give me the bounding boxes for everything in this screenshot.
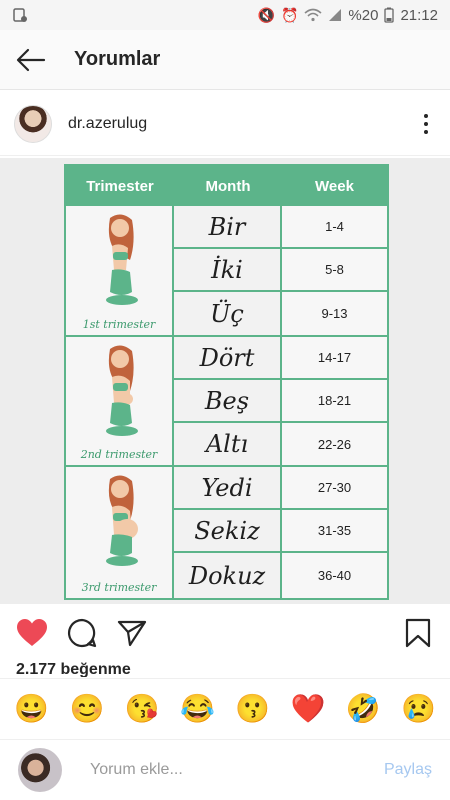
month-cell: Üç bbox=[174, 292, 282, 335]
month-cell: Dört bbox=[174, 337, 282, 378]
table-row: İki 5-8 bbox=[174, 249, 387, 292]
emoji-tears-of-joy[interactable]: 😂 bbox=[180, 694, 215, 723]
emoji-kiss[interactable]: 😘 bbox=[125, 694, 160, 723]
comment-input[interactable]: Yorum ekle... bbox=[90, 761, 384, 779]
emoji-rofl[interactable]: 🤣 bbox=[346, 694, 381, 723]
share-button[interactable] bbox=[114, 615, 150, 651]
week-cell: 5-8 bbox=[282, 249, 387, 290]
clock-text: 21:12 bbox=[400, 6, 438, 24]
more-dot-icon bbox=[424, 113, 428, 118]
week-cell: 27-30 bbox=[282, 467, 387, 508]
header-week: Week bbox=[315, 177, 354, 195]
month-cell: Dokuz bbox=[174, 553, 282, 598]
emoji-quick-bar: 😀 😊 😘 😂 😗 ❤️ 🤣 😢 bbox=[0, 678, 450, 738]
author-username[interactable]: dr.azerulug bbox=[68, 115, 416, 133]
emoji-grinning[interactable]: 😀 bbox=[14, 694, 49, 723]
header-trimester: Trimester bbox=[86, 177, 154, 195]
trimester-block-1: 1st trimester bbox=[66, 206, 174, 337]
table-row: Altı 22-26 bbox=[174, 423, 387, 467]
paper-plane-icon bbox=[117, 620, 147, 647]
emoji-kissing[interactable]: 😗 bbox=[235, 694, 270, 723]
pregnant-woman-illustration bbox=[106, 214, 138, 305]
comment-bubble-icon bbox=[67, 618, 97, 648]
battery-text: %20 bbox=[348, 6, 379, 24]
trimester-label: 1st trimester bbox=[82, 318, 156, 331]
more-options-button[interactable] bbox=[416, 113, 436, 134]
status-bar: 🔇 ⏰ %20 21:12 bbox=[0, 0, 450, 30]
table-row: Dört 14-17 bbox=[174, 337, 387, 380]
post-actions bbox=[0, 604, 450, 662]
alarm-icon: ⏰ bbox=[280, 6, 299, 23]
signal-icon bbox=[329, 9, 342, 21]
like-button[interactable] bbox=[14, 615, 50, 651]
week-cell: 22-26 bbox=[282, 423, 387, 465]
table-row: Üç 9-13 bbox=[174, 292, 387, 337]
pregnant-woman-illustration bbox=[106, 475, 138, 566]
table-row: Dokuz 36-40 bbox=[174, 553, 387, 598]
more-dot-icon bbox=[424, 129, 428, 134]
pregnancy-table: Trimester Month Week 1st trimester 2nd t… bbox=[64, 164, 389, 600]
trimester-label: 3rd trimester bbox=[81, 581, 157, 594]
save-button[interactable] bbox=[400, 615, 436, 651]
header-month: Month bbox=[205, 177, 251, 195]
bookmark-icon bbox=[405, 618, 431, 648]
more-dot-icon bbox=[424, 121, 428, 126]
month-cell: Altı bbox=[174, 423, 282, 465]
week-cell: 9-13 bbox=[282, 292, 387, 335]
month-cell: Yedi bbox=[174, 467, 282, 508]
emoji-heart[interactable]: ❤️ bbox=[290, 694, 325, 723]
heart-filled-icon bbox=[17, 619, 47, 646]
week-cell: 31-35 bbox=[282, 510, 387, 551]
battery-icon bbox=[384, 7, 395, 23]
emoji-crying[interactable]: 😢 bbox=[401, 694, 436, 723]
post-comment-button[interactable]: Paylaş bbox=[384, 761, 432, 779]
comment-bar: Yorum ekle... Paylaş bbox=[0, 739, 450, 800]
table-header: Trimester Month Week bbox=[66, 166, 387, 206]
week-cell: 36-40 bbox=[282, 553, 387, 598]
table-row: Bir 1-4 bbox=[174, 206, 387, 249]
trimester-block-3: 3rd trimester bbox=[66, 467, 174, 598]
current-user-avatar bbox=[18, 748, 62, 792]
table-row: Yedi 27-30 bbox=[174, 467, 387, 510]
table-row: Beş 18-21 bbox=[174, 380, 387, 423]
mute-icon: 🔇 bbox=[257, 6, 275, 23]
arrow-left-icon bbox=[16, 48, 46, 71]
emoji-smiling[interactable]: 😊 bbox=[69, 694, 104, 723]
week-cell: 14-17 bbox=[282, 337, 387, 378]
author-avatar[interactable] bbox=[14, 104, 52, 143]
week-cell: 18-21 bbox=[282, 380, 387, 421]
device-icon bbox=[13, 8, 27, 22]
month-cell: Sekiz bbox=[174, 510, 282, 551]
month-cell: İki bbox=[174, 249, 282, 290]
page-title: Yorumlar bbox=[74, 48, 161, 70]
app-bar: Yorumlar bbox=[0, 30, 450, 90]
status-right: 🔇 ⏰ %20 21:12 bbox=[258, 7, 438, 24]
table-row: Sekiz 31-35 bbox=[174, 510, 387, 553]
trimester-block-2: 2nd trimester bbox=[66, 337, 174, 467]
comment-button[interactable] bbox=[64, 615, 100, 651]
post-image[interactable]: Trimester Month Week 1st trimester 2nd t… bbox=[0, 158, 450, 604]
trimester-label: 2nd trimester bbox=[80, 448, 158, 461]
wifi-icon bbox=[304, 8, 322, 22]
status-left bbox=[12, 7, 28, 23]
week-cell: 1-4 bbox=[282, 206, 387, 247]
month-cell: Beş bbox=[174, 380, 282, 421]
back-button[interactable] bbox=[0, 30, 62, 90]
pregnant-woman-illustration bbox=[106, 345, 138, 436]
post-header: dr.azerulug bbox=[0, 92, 450, 156]
month-cell: Bir bbox=[174, 206, 282, 247]
likes-count[interactable]: 2.177 beğenme bbox=[16, 661, 131, 677]
